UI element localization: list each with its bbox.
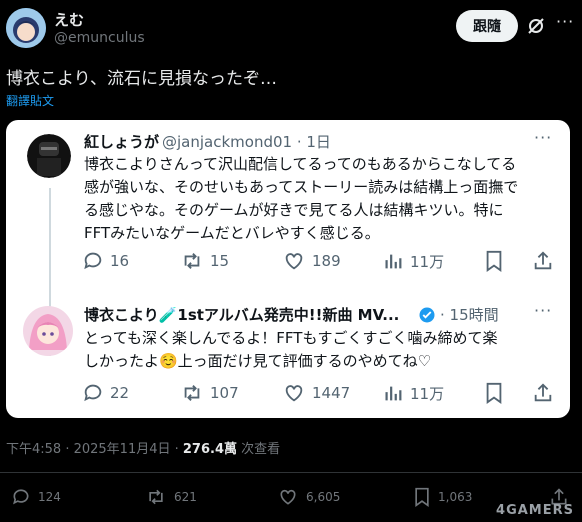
text-line: 感が強いな、そのせいもあってストーリー読みは結構上っ面撫で (84, 178, 519, 196)
text-line: しかったよ☺️上っ面だけ見て評価するのやめてね♡ (84, 352, 432, 370)
like-count: 189 (312, 252, 341, 270)
timestamp-text[interactable]: 下午4:58 · 2025年11月4日 · (6, 442, 183, 457)
like-count: 1447 (312, 384, 351, 402)
text-line: 博衣こよりさんって沢山配信してるってのもあるからこなしてる (84, 155, 517, 173)
bookmark-icon (415, 487, 429, 507)
bookmark-icon[interactable] (484, 250, 510, 272)
text-line: FFTみたいなゲームだとバレやすく感じる。 (84, 224, 380, 242)
reply-avatar-2[interactable] (23, 306, 73, 356)
reply-2-text: とっても深く楽しんでるよ！FFTもすごくすごく噛み締めて楽 しかったよ☺️上っ面… (84, 327, 564, 373)
bookmark-icon[interactable] (484, 382, 510, 404)
reply-icon (13, 489, 29, 505)
views-count: 11万 (410, 384, 445, 403)
reply-button[interactable]: 124 (10, 487, 61, 507)
verified-badge-icon (418, 306, 436, 328)
reply-avatar-1[interactable] (27, 134, 71, 178)
reply-1-handle[interactable]: @janjackmond01 (162, 133, 292, 151)
like-button[interactable]: 6,605 (276, 487, 340, 507)
views-icon (385, 386, 402, 401)
repost-icon (149, 489, 163, 505)
repost-button[interactable]: 621 (144, 487, 197, 507)
text-line: る感じやな。そのゲームが好きで見てる人は結構キツい。特に (84, 201, 504, 219)
follow-button[interactable]: 跟隨 (456, 10, 518, 42)
more-options-icon[interactable]: ··· (534, 128, 552, 147)
post-text: 博衣こより、流石に見損なったぞ… (6, 69, 277, 89)
meta-separator: · (440, 306, 450, 324)
bookmark-button[interactable]: 1,063 (412, 487, 472, 507)
reply-count: 124 (38, 490, 61, 504)
author-name[interactable]: えむ (54, 9, 84, 30)
text-line: とっても深く楽しんでるよ！FFTもすごくすごく噛み締めて楽 (84, 329, 498, 347)
more-options-icon[interactable]: ··· (534, 301, 552, 320)
reply-2-name[interactable]: 博衣こより🧪1stアルバム発売中!!新曲 MV... (84, 304, 399, 325)
repost-icon (184, 253, 200, 269)
reply-1-views-button[interactable]: 11万 (382, 250, 444, 272)
post-header: えむ @emunculus 跟隨 ··· (0, 0, 582, 60)
author-avatar[interactable] (6, 8, 46, 48)
views-count: 11万 (410, 252, 445, 271)
reply-2-repost-button[interactable]: 107 (180, 382, 239, 404)
reply-1-reply-button[interactable]: 16 (82, 250, 129, 272)
translate-link[interactable]: 翻譯貼文 (6, 92, 54, 109)
views-icon (385, 254, 402, 269)
bookmark-count: 1,063 (438, 490, 473, 504)
heart-icon (280, 489, 296, 505)
quoted-thread-card: 紅しょうが @janjackmond01 · 1日 ··· 博衣こよりさんって沢… (6, 120, 570, 418)
divider (0, 472, 582, 473)
share-icon[interactable] (532, 250, 560, 272)
reply-count: 16 (110, 252, 130, 270)
share-icon[interactable] (532, 382, 560, 404)
reply-1-repost-button[interactable]: 15 (180, 250, 229, 272)
meta-separator: · (292, 133, 307, 151)
reply-2-time[interactable]: 15時間 (450, 306, 499, 324)
post-timestamp: 下午4:58 · 2025年11月4日 · 276.4萬 次查看 (6, 438, 280, 457)
reply-1-text: 博衣こよりさんって沢山配信してるってのもあるからこなしてる 感が強いな、そのせい… (84, 153, 564, 245)
grok-icon[interactable] (526, 16, 546, 36)
reply-1-like-button[interactable]: 189 (282, 250, 341, 272)
repost-icon (184, 385, 200, 401)
reply-1-time[interactable]: 1日 (306, 133, 331, 151)
reply-1-name[interactable]: 紅しょうが (84, 131, 159, 152)
reply-2-like-button[interactable]: 1447 (282, 382, 350, 404)
reply-1-meta: @janjackmond01 · 1日 (162, 131, 331, 152)
reply-count: 22 (110, 384, 130, 402)
views-label: 次查看 (237, 442, 281, 457)
reply-2-views-button[interactable]: 11万 (382, 382, 444, 404)
reply-icon (84, 252, 102, 270)
watermark: 4GAMERS (496, 503, 574, 518)
heart-icon (285, 253, 303, 270)
author-handle[interactable]: @emunculus (54, 30, 145, 46)
reply-2-reply-button[interactable]: 22 (82, 382, 129, 404)
heart-icon (285, 385, 303, 402)
repost-count: 621 (174, 490, 197, 504)
repost-count: 107 (210, 384, 239, 402)
like-count: 6,605 (306, 490, 341, 504)
reply-2-meta: · 15時間 (440, 304, 499, 325)
more-options-icon[interactable]: ··· (556, 12, 574, 31)
reply-icon (84, 384, 102, 402)
repost-count: 15 (210, 252, 230, 270)
views-total: 276.4萬 (182, 442, 238, 457)
